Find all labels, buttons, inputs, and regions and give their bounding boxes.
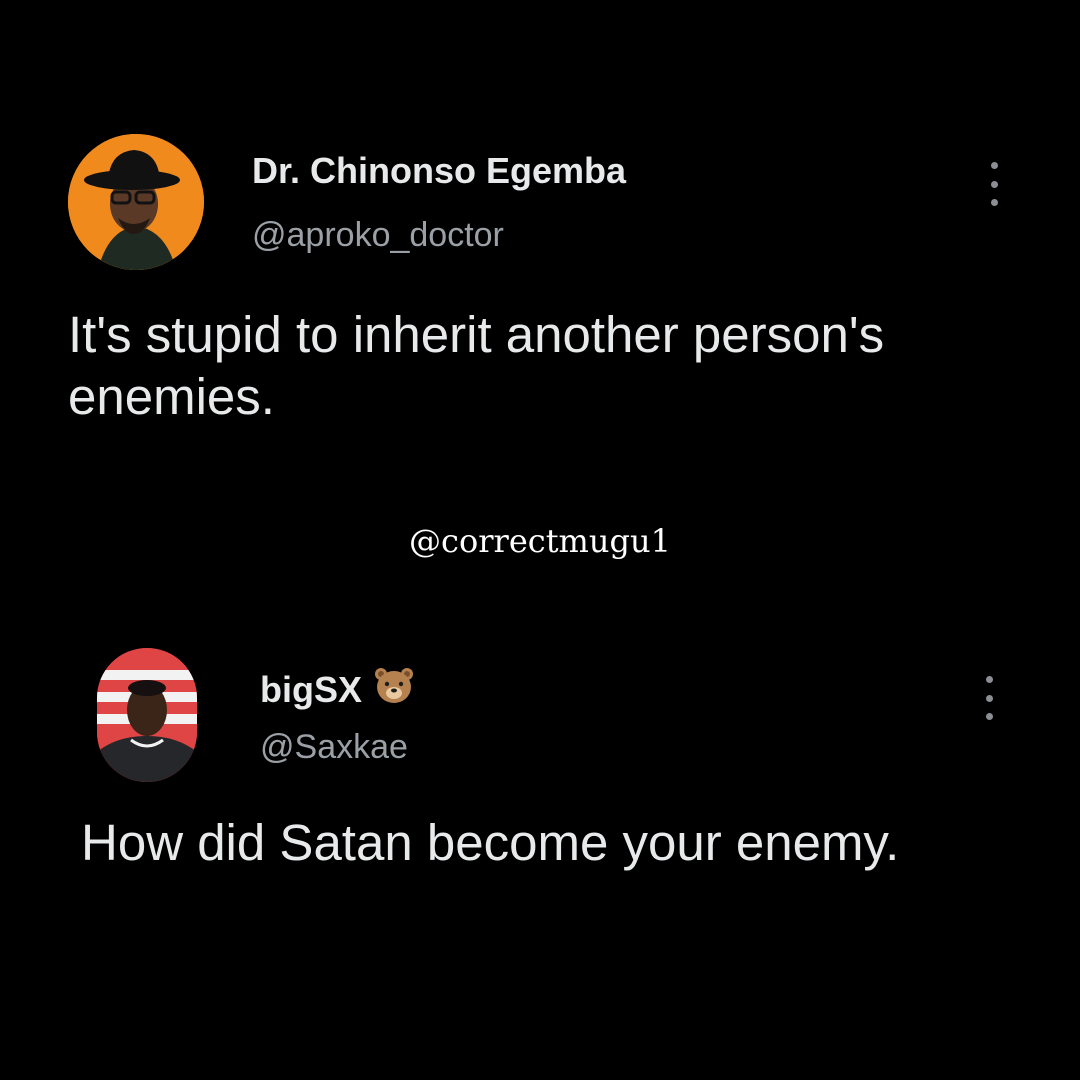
display-name-text: bigSX (260, 668, 363, 710)
bear-face-emoji (374, 666, 414, 713)
bear-face-icon (375, 668, 414, 703)
display-name[interactable]: Dr. Chinonso Egemba (252, 150, 626, 192)
tweet-card-2[interactable]: bigSX @Saxkae How did Satan become your … (0, 600, 1080, 1080)
more-options-button[interactable] (984, 162, 1004, 206)
tweet-text: It's stupid to inherit another person's … (68, 306, 885, 426)
user-handle[interactable]: @Saxkae (260, 728, 408, 767)
ellipsis-vertical-icon (985, 676, 993, 683)
watermark-handle: @correctmugu1 (409, 522, 671, 560)
display-name[interactable]: bigSX (260, 666, 414, 713)
tweet-card-1[interactable]: Dr. Chinonso Egemba @aproko_doctor It's … (0, 0, 1080, 480)
avatar-photo (97, 648, 197, 782)
avatar[interactable] (68, 134, 204, 270)
ellipsis-vertical-icon (990, 162, 998, 169)
display-name-text: Dr. Chinonso Egemba (252, 150, 627, 191)
more-options-button[interactable] (979, 676, 999, 720)
avatar-photo (68, 134, 204, 270)
avatar[interactable] (97, 648, 197, 782)
user-handle[interactable]: @aproko_doctor (252, 216, 504, 255)
tweet-text: How did Satan become your enemy. (81, 814, 900, 871)
